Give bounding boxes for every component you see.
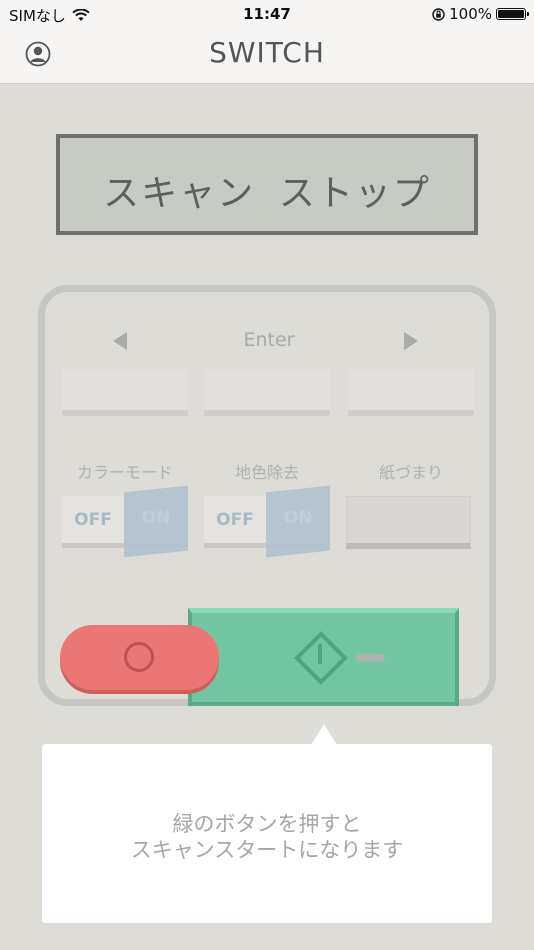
background-removal-toggle[interactable]: OFF ON (204, 485, 330, 558)
enter-key-button[interactable] (204, 369, 330, 416)
paper-jam-label: 紙づまり (378, 463, 443, 482)
start-indicator-light (355, 654, 385, 662)
start-button[interactable] (188, 608, 459, 706)
paper-jam-indicator (346, 496, 471, 549)
status-right: 100% (432, 5, 529, 23)
status-bar: SIMなし 11:47 100% (0, 0, 534, 28)
battery-icon (496, 8, 529, 20)
toggle-on-label: ON (141, 508, 171, 528)
enter-label: Enter (243, 329, 295, 351)
tooltip-pointer (311, 724, 337, 745)
background-removal-label: 地色除去 (234, 463, 299, 482)
display-text: スキャン ストップ (103, 173, 431, 214)
start-icon-bar (318, 644, 322, 664)
toggle-off-label: OFF (74, 510, 112, 530)
stop-button[interactable] (60, 625, 219, 690)
page-title: SWITCH (209, 36, 325, 69)
left-key-button[interactable] (62, 369, 188, 416)
orientation-lock-icon (432, 7, 445, 21)
right-arrow-icon (404, 332, 418, 350)
hint-tooltip: 緑のボタンを押すと スキャンスタートになります (42, 744, 492, 923)
color-mode-toggle[interactable]: OFF ON (62, 485, 188, 558)
status-display: スキャン ストップ (56, 134, 478, 235)
right-key-button[interactable] (348, 369, 474, 416)
tooltip-line-2: スキャンスタートになります (130, 838, 404, 862)
nav-bar: SWITCH (0, 28, 534, 84)
toggle-on-label: ON (283, 508, 313, 528)
toggle-off-label: OFF (216, 510, 254, 530)
color-mode-label: カラーモード (76, 463, 173, 482)
battery-percent: 100% (449, 5, 492, 23)
stop-icon (124, 642, 154, 672)
left-arrow-icon (113, 332, 127, 350)
